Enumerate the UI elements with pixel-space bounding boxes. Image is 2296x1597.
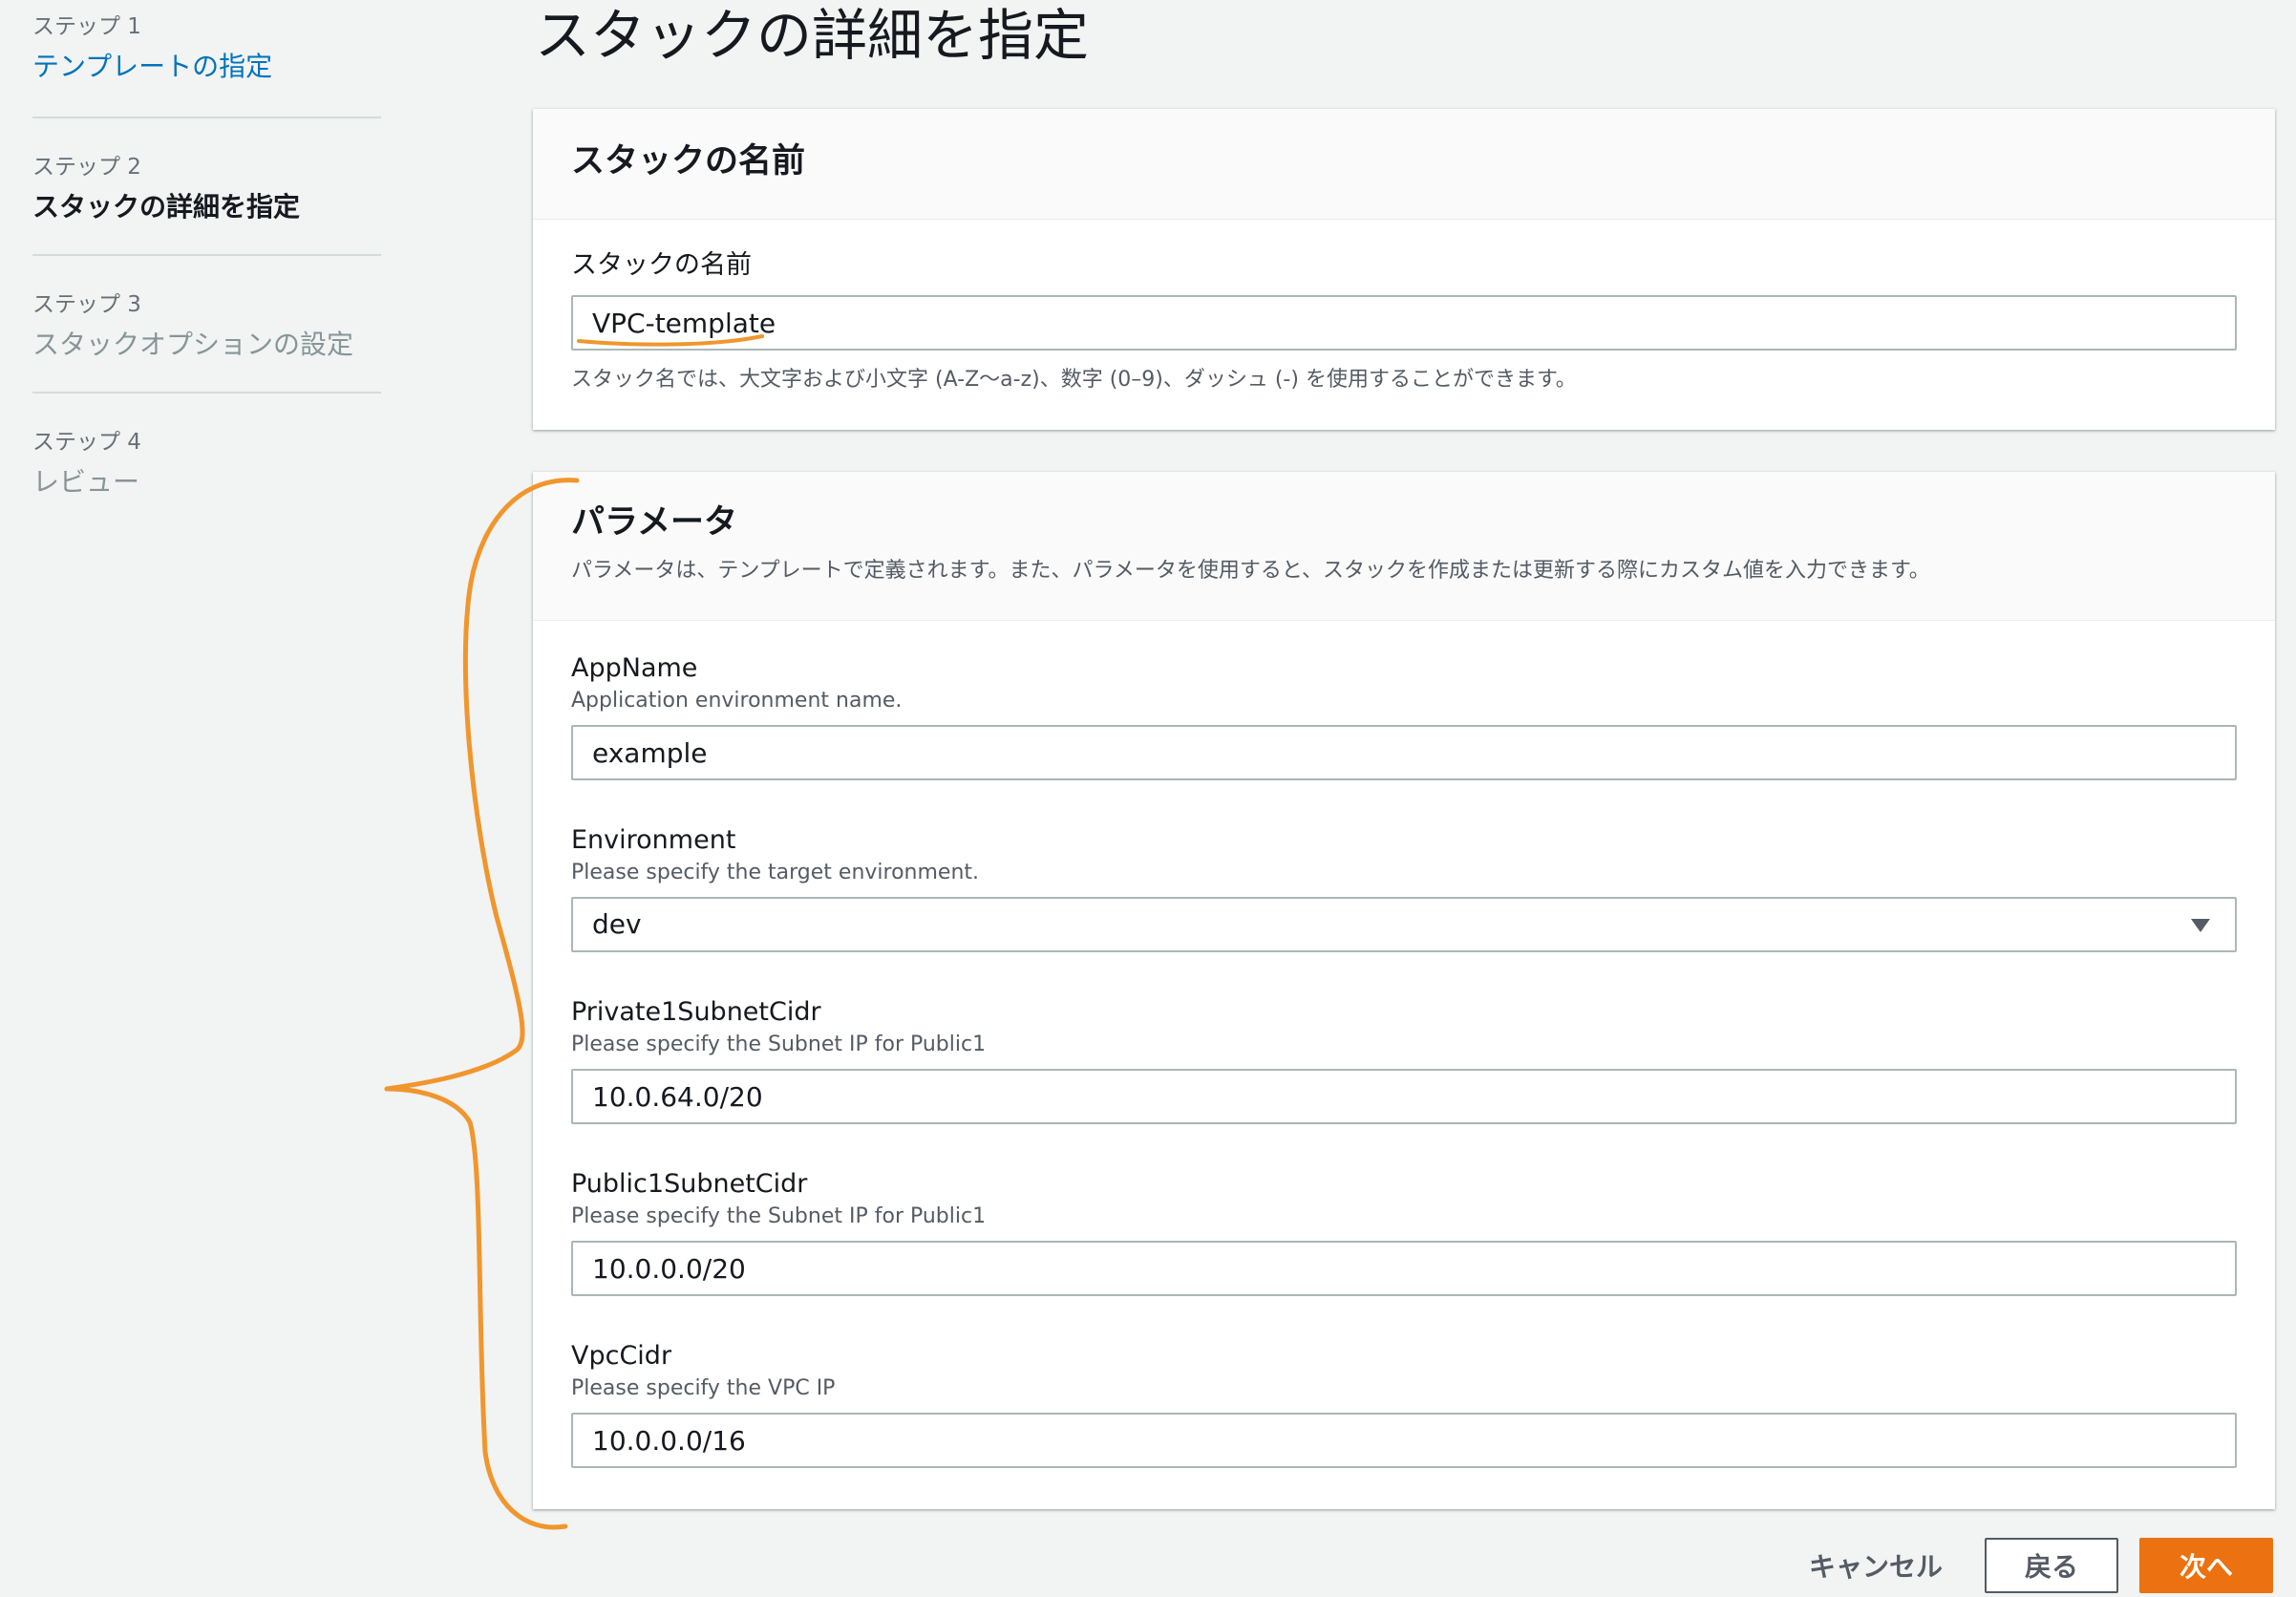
param-description: Please specify the Subnet IP for Public1 — [571, 1033, 987, 1056]
wizard-step-3: ステップ 3 スタックオプションの設定 — [32, 256, 381, 394]
param-label: AppName — [571, 653, 698, 683]
param-description: Please specify the target environment. — [571, 861, 980, 884]
step-link-specify-template[interactable]: テンプレートの指定 — [32, 53, 381, 80]
step-number: ステップ 3 — [32, 292, 141, 317]
param-label: Environment — [571, 825, 736, 855]
step-number: ステップ 4 — [32, 430, 141, 455]
param-public1subnetcidr: Public1SubnetCidr Please specify the Sub… — [571, 1171, 2237, 1343]
panel-body: AppName Application environment name. En… — [533, 621, 2275, 1515]
param-description: Application environment name. — [571, 689, 903, 713]
panel-body: スタックの名前 スタック名では、大文字および小文字 (A-Z〜a-z)、数字 (… — [533, 220, 2275, 393]
step-title-disabled: スタックオプションの設定 — [32, 329, 354, 360]
next-button[interactable]: 次へ — [2139, 1538, 2273, 1593]
panel-description: パラメータは、テンプレートで定義されます。また、パラメータを使用すると、スタック… — [571, 559, 1930, 583]
param-description: Please specify the Subnet IP for Public1 — [571, 1204, 987, 1228]
wizard-footer: キャンセル 戻る 次へ — [1780, 1538, 2273, 1593]
wizard-step-2: ステップ 2 スタックの詳細を指定 — [32, 118, 381, 256]
step-number: ステップ 1 — [32, 14, 141, 39]
back-button[interactable]: 戻る — [1985, 1538, 2118, 1593]
private1subnetcidr-input[interactable] — [571, 1069, 2237, 1124]
param-label: Public1SubnetCidr — [571, 1169, 808, 1199]
stack-name-constraint: スタック名では、大文字および小文字 (A-Z〜a-z)、数字 (0–9)、ダッシ… — [571, 368, 1577, 392]
stack-name-panel: スタックの名前 スタックの名前 スタック名では、大文字および小文字 (A-Z〜a… — [533, 109, 2275, 430]
wizard-step-1: ステップ 1 テンプレートの指定 — [32, 0, 381, 118]
caret-down-icon — [2191, 919, 2210, 932]
param-vpccidr: VpcCidr Please specify the VPC IP — [571, 1343, 2237, 1515]
step-title-disabled: レビュー — [32, 466, 140, 498]
wizard-step-4: ステップ 4 レビュー — [32, 394, 381, 496]
param-appname: AppName Application environment name. — [571, 655, 2237, 827]
panel-header: スタックの名前 — [533, 109, 2275, 220]
parameters-panel: パラメータ パラメータは、テンプレートで定義されます。また、パラメータを使用する… — [533, 472, 2275, 1509]
param-label: VpcCidr — [571, 1341, 672, 1371]
param-private1subnetcidr: Private1SubnetCidr Please specify the Su… — [571, 999, 2237, 1171]
cancel-button[interactable]: キャンセル — [1780, 1538, 1971, 1593]
panel-title: パラメータ — [571, 503, 737, 542]
select-value: dev — [592, 908, 642, 940]
panel-title: スタックの名前 — [571, 142, 806, 181]
step-title-current: スタックの詳細を指定 — [32, 191, 301, 223]
param-description: Please specify the VPC IP — [571, 1376, 836, 1400]
panel-header: パラメータ パラメータは、テンプレートで定義されます。また、パラメータを使用する… — [533, 472, 2275, 621]
stack-name-label: スタックの名前 — [571, 250, 752, 280]
environment-select[interactable]: dev — [571, 897, 2237, 952]
public1subnetcidr-input[interactable] — [571, 1241, 2237, 1296]
vpccidr-input[interactable] — [571, 1413, 2237, 1468]
page-title: スタックの詳細を指定 — [535, 3, 1090, 68]
step-number: ステップ 2 — [32, 155, 141, 180]
param-environment: Environment Please specify the target en… — [571, 827, 2237, 999]
wizard-steps-nav: ステップ 1 テンプレートの指定 ステップ 2 スタックの詳細を指定 ステップ … — [32, 0, 381, 496]
param-label: Private1SubnetCidr — [571, 997, 821, 1027]
appname-input[interactable] — [571, 725, 2237, 780]
stack-name-input[interactable] — [571, 295, 2237, 351]
